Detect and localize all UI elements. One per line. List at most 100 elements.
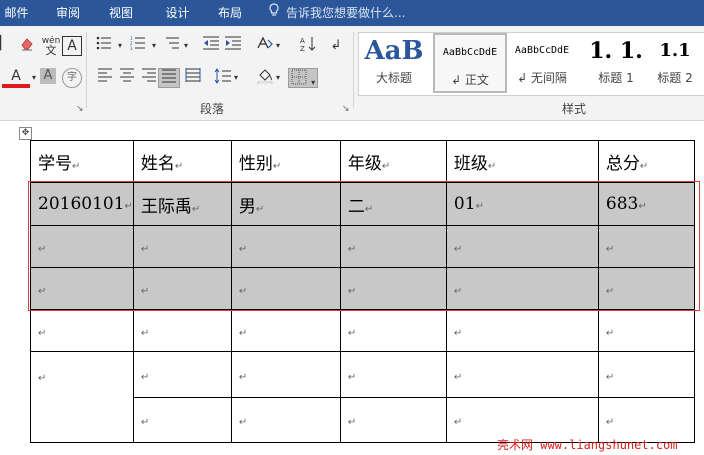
table-cell[interactable]: 王际禹↵: [132, 182, 232, 226]
align-right-icon[interactable]: [138, 68, 160, 88]
tab-review[interactable]: 审阅: [44, 0, 92, 26]
table-cell[interactable]: 683↵: [597, 182, 695, 226]
table-cell[interactable]: ↵: [230, 225, 341, 268]
header-cell[interactable]: 性别↵: [230, 140, 341, 183]
decrease-indent-icon[interactable]: [200, 36, 222, 56]
paragraph-mark: ↵: [238, 417, 248, 428]
style-big-title[interactable]: AaB 大标题: [359, 33, 429, 93]
table-cell[interactable]: ↵: [339, 309, 447, 352]
table-cell[interactable]: ↵: [30, 267, 134, 310]
chinese-layout-icon[interactable]: [254, 36, 276, 56]
table-cell[interactable]: ↵: [597, 225, 695, 268]
group-divider: [353, 32, 354, 108]
shading-bucket-icon[interactable]: [254, 68, 276, 88]
numbering-icon[interactable]: 123: [128, 36, 150, 56]
line-spacing-icon[interactable]: [212, 68, 234, 88]
bullets-dropdown-icon[interactable]: ▾: [116, 36, 124, 56]
show-marks-icon[interactable]: ↲: [330, 36, 342, 56]
ribbon-tab-bar: 邮件 审阅 视图 设计 布局 告诉我您想要做什么...: [0, 0, 704, 26]
justify-icon[interactable]: [158, 68, 180, 88]
style-name: 大标题: [375, 71, 412, 85]
font-dialog-launcher-icon[interactable]: ↘: [76, 104, 84, 114]
table-cell[interactable]: ↵: [597, 351, 695, 398]
table-cell[interactable]: ↵: [339, 225, 447, 268]
paragraph-dialog-launcher-icon[interactable]: ↘: [342, 104, 350, 114]
text-highlight-icon[interactable]: ▏: [0, 34, 10, 54]
paragraph-mark: ↵: [347, 285, 357, 297]
table-cell[interactable]: ↵: [30, 309, 134, 352]
phonetic-guide-icon[interactable]: wén 文: [40, 36, 62, 56]
sort-icon[interactable]: AZ: [298, 36, 320, 56]
table-cell[interactable]: ↵: [445, 225, 599, 268]
table-cell[interactable]: ↵: [339, 397, 447, 443]
line-spacing-dropdown-icon[interactable]: ▾: [232, 68, 240, 88]
increase-indent-icon[interactable]: [222, 36, 244, 56]
table-cell[interactable]: ↵: [445, 267, 599, 310]
distributed-icon[interactable]: [182, 68, 204, 88]
header-cell[interactable]: 姓名↵: [132, 140, 232, 183]
tab-view[interactable]: 视图: [97, 0, 145, 26]
header-cell[interactable]: 学号↵: [30, 140, 134, 183]
font-color-dropdown-icon[interactable]: ▾: [30, 68, 38, 88]
style-name: 标题 2: [657, 71, 693, 85]
table-cell[interactable]: ↵: [30, 225, 134, 268]
table-move-handle-icon[interactable]: ✥: [19, 127, 32, 140]
paragraph-mark: ↵: [605, 371, 615, 383]
tell-me-search[interactable]: 告诉我您想要做什么...: [268, 0, 405, 26]
tab-mailings[interactable]: 邮件: [0, 0, 33, 26]
table-cell[interactable]: ↵: [445, 351, 599, 398]
paragraph-group-label: 段落: [200, 102, 225, 116]
style-heading-1[interactable]: 1. 1. 标题 1: [581, 33, 651, 93]
header-cell[interactable]: 班级↵: [445, 140, 599, 183]
table-cell[interactable]: 01↵: [445, 182, 599, 226]
table-cell[interactable]: 男↵: [230, 182, 341, 226]
table-row: ↵ ↵ ↵ ↵ ↵ ↵: [30, 225, 695, 268]
multilevel-list-icon[interactable]: [162, 36, 184, 56]
tab-layout[interactable]: 布局: [206, 0, 254, 26]
align-left-icon[interactable]: [94, 68, 116, 88]
character-shading-button[interactable]: A: [40, 68, 56, 84]
style-no-spacing[interactable]: AaBbCcDdE ↲ 无间隔: [507, 33, 577, 93]
table-cell[interactable]: ↵: [230, 351, 341, 398]
paragraph-mark: ↵: [475, 201, 484, 212]
table-cell[interactable]: 二↵: [339, 182, 447, 226]
chinese-layout-dropdown-icon[interactable]: ▾: [274, 36, 282, 56]
table-cell[interactable]: ↵: [132, 225, 232, 268]
table-cell[interactable]: ↵: [132, 267, 232, 310]
table-cell[interactable]: ↵: [132, 309, 232, 352]
header-cell[interactable]: 年级↵: [339, 140, 447, 183]
align-center-icon[interactable]: [116, 68, 138, 88]
table-cell[interactable]: ↵: [339, 267, 447, 310]
table-cell[interactable]: ↵: [597, 309, 695, 352]
style-preview: 1.1: [659, 40, 691, 61]
enclose-characters-button[interactable]: 字: [62, 68, 82, 88]
cell-text: 01: [453, 194, 476, 214]
merged-cell[interactable]: ↵: [30, 351, 134, 443]
font-color-button[interactable]: A: [2, 68, 30, 88]
numbering-dropdown-icon[interactable]: ▾: [150, 36, 158, 56]
table-cell[interactable]: ↵: [230, 397, 341, 443]
multilevel-dropdown-icon[interactable]: ▾: [182, 36, 190, 56]
style-heading-2[interactable]: 1.1 标题 2: [645, 33, 704, 93]
table-cell[interactable]: 20160101↵: [30, 182, 134, 226]
borders-button[interactable]: ▾: [288, 68, 318, 88]
paragraph-mark: ↵: [72, 161, 81, 172]
table-cell[interactable]: ↵: [132, 397, 232, 443]
character-border-icon[interactable]: A: [62, 36, 82, 56]
table-cell[interactable]: ↵: [597, 267, 695, 310]
paragraph-mark: ↵: [238, 243, 248, 255]
table-cell[interactable]: ↵: [132, 351, 232, 398]
table-cell[interactable]: ↵: [230, 267, 341, 310]
table-cell[interactable]: ↵: [230, 309, 341, 352]
shading-dropdown-icon[interactable]: ▾: [274, 68, 282, 88]
table-row: 20160101↵ 王际禹↵ 男↵ 二↵ 01↵ 683↵: [30, 182, 695, 226]
clear-formatting-icon[interactable]: [16, 36, 38, 56]
style-preview: AaBbCcDdE: [442, 47, 498, 58]
tab-design[interactable]: 设计: [152, 0, 203, 26]
style-normal[interactable]: AaBbCcDdE ↲ 正文: [433, 33, 507, 93]
table-cell[interactable]: ↵: [445, 309, 599, 352]
table-cell[interactable]: ↵: [339, 351, 447, 398]
header-text: 姓名: [140, 154, 175, 174]
header-cell[interactable]: 总分↵: [597, 140, 695, 183]
bullets-icon[interactable]: [94, 36, 116, 56]
